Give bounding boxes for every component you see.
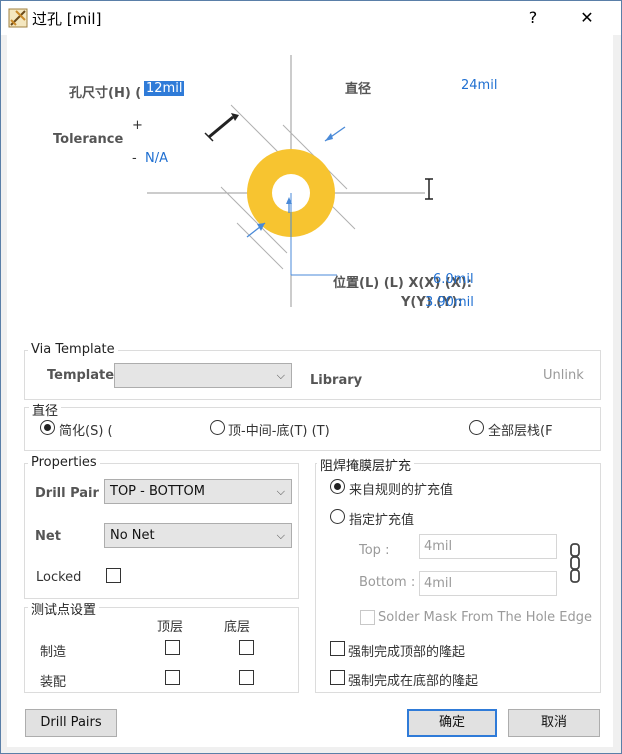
link-chain-icon[interactable] [569,543,581,583]
bottom-expansion-input[interactable]: 4mil [419,571,557,596]
radio-top-mid-bottom-label: 顶-中间-底(T) (T) [228,424,330,439]
fabrication-label: 制造 [40,645,67,660]
tolerance-label: Tolerance [53,132,124,147]
locked-label: Locked [36,570,82,585]
diameter-label: 直径 [345,82,372,97]
tolerance-plus-label: + [132,118,143,133]
assembly-bottom-checkbox[interactable] [239,670,254,685]
diameter-mode-group-title: 直径 [29,400,62,419]
assembly-label: 装配 [40,675,67,690]
radio-full-stack-label: 全部层栈(F [488,424,553,439]
diameter-value[interactable]: 24mil [461,78,497,93]
cancel-button[interactable]: 取消 [508,709,600,737]
ok-button[interactable]: 确定 [407,709,497,737]
top-expansion-label: Top : [359,543,390,558]
radio-simple[interactable] [40,420,55,435]
location-y-value[interactable]: 3.90mil [425,295,474,310]
tolerance-minus-label: - [132,151,137,166]
chevron-down-icon: ⌵ [276,529,285,542]
hole-size-input[interactable]: 12mil [144,81,185,96]
net-value: No Net [110,528,155,543]
solder-mask-group-title: 阻焊掩膜层扩充 [317,455,415,474]
top-expansion-input[interactable]: 4mil [419,534,557,559]
via-dialog-window: 过孔 [mil] ? ✕ 孔尺寸(H) (12mil Tolerance + … [0,0,622,754]
template-combo[interactable]: ⌵ [114,363,292,388]
fabrication-top-checkbox[interactable] [165,640,180,655]
unlink-button[interactable]: Unlink [543,368,584,383]
from-hole-edge-label: Solder Mask From The Hole Edge [378,610,592,625]
dialog-client-area: 孔尺寸(H) ( 12mil Tolerance + - N/A 直径 24mi… [7,35,613,747]
via-template-group-title: Via Template [28,342,118,357]
radio-from-rules-label: 来自规则的扩充值 [349,483,454,498]
library-label: Library [310,373,363,388]
net-combo[interactable]: No Net ⌵ [104,523,292,548]
testpoint-group-title: 测试点设置 [28,599,100,618]
bottom-layer-label: 底层 [224,620,251,635]
force-bottom-tent-checkbox[interactable] [330,670,345,685]
title-bar[interactable]: 过孔 [mil] ? ✕ [1,1,621,35]
radio-full-stack[interactable] [469,420,484,435]
close-button[interactable]: ✕ [567,5,607,31]
hole-size-label: 孔尺寸(H) ( [69,86,142,101]
template-label: Template [47,368,115,383]
drill-pair-combo[interactable]: TOP - BOTTOM ⌵ [104,479,292,504]
location-x-value[interactable]: 6.0mil [433,272,474,287]
help-button[interactable]: ? [513,5,553,31]
radio-specified-label: 指定扩充值 [349,513,415,528]
properties-group-title: Properties [28,455,100,470]
fabrication-bottom-checkbox[interactable] [239,640,254,655]
chevron-down-icon: ⌵ [276,485,285,498]
drill-pair-label: Drill Pair [35,486,99,501]
radio-simple-label: 简化(S) ( [59,424,113,439]
radio-top-mid-bottom[interactable] [210,420,225,435]
chevron-down-icon: ⌵ [276,369,285,382]
force-bottom-tent-label: 强制完成在底部的隆起 [348,674,479,689]
window-title: 过孔 [mil] [32,10,102,28]
net-label: Net [35,529,61,544]
locked-checkbox[interactable] [106,568,121,583]
force-top-tent-label: 强制完成顶部的隆起 [348,645,466,660]
force-top-tent-checkbox[interactable] [330,641,345,656]
bottom-expansion-label: Bottom : [359,575,416,590]
tolerance-minus-value[interactable]: N/A [145,151,168,166]
app-icon [8,8,28,28]
drill-pair-value: TOP - BOTTOM [110,484,205,499]
from-hole-edge-checkbox[interactable] [360,610,375,625]
hole-size-value: 12mil [144,81,185,96]
radio-specified[interactable] [330,509,345,524]
radio-from-rules[interactable] [330,479,345,494]
assembly-top-checkbox[interactable] [165,670,180,685]
top-layer-label: 顶层 [157,620,184,635]
drill-pairs-button[interactable]: Drill Pairs [25,709,117,737]
